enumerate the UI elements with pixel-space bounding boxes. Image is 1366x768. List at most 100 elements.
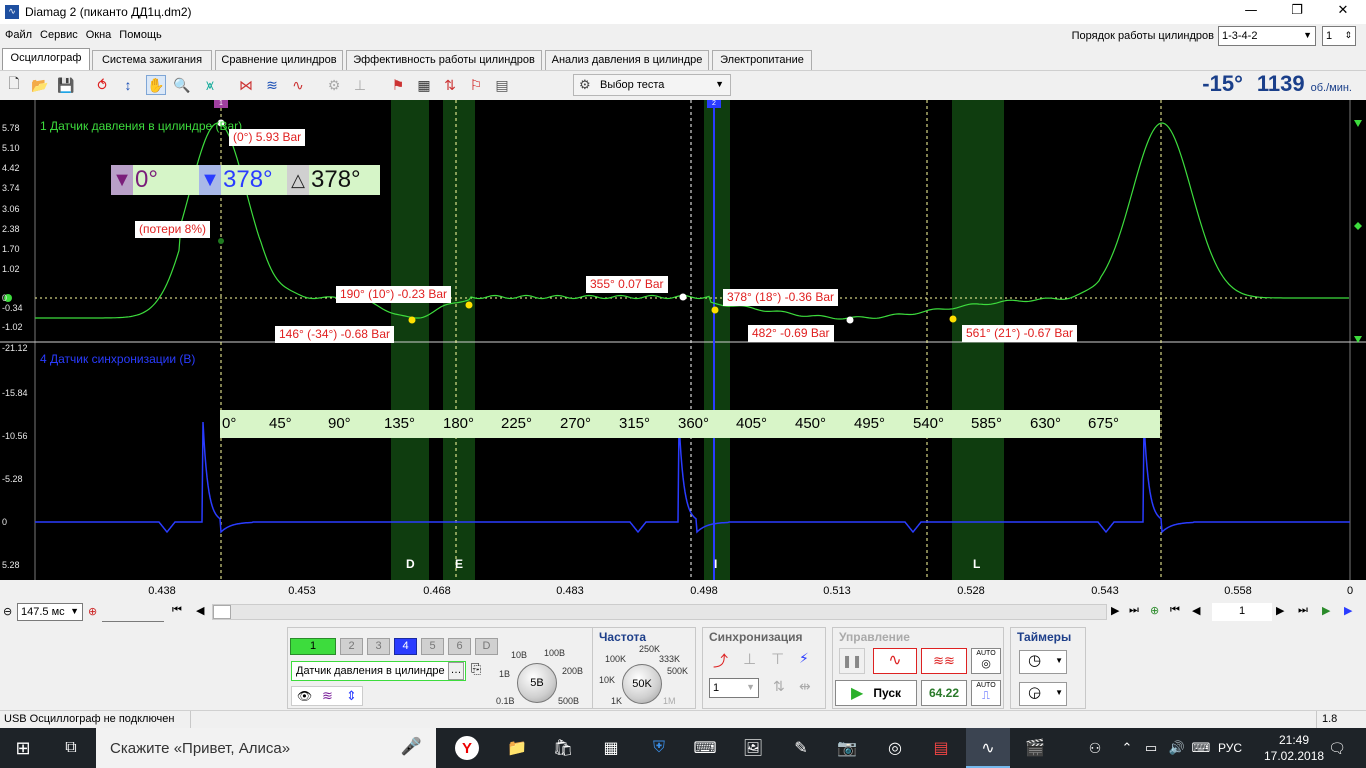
trigger-down-icon[interactable]: ⊤: [771, 650, 784, 668]
eye-icon[interactable]: 👁: [297, 689, 312, 703]
oscilloscope-display[interactable]: 1 2 1 Датчик давления в цилиндре (Bar) 4…: [0, 100, 1366, 602]
cylinder-select[interactable]: 1 ⇕: [1322, 26, 1356, 46]
marker-filter-icon[interactable]: ⚑: [388, 75, 408, 95]
microphone-icon[interactable]: 🎤: [401, 737, 422, 757]
network-icon[interactable]: ▭: [1138, 736, 1164, 760]
sensor-field[interactable]: Датчик давления в цилиндре: [291, 661, 466, 681]
auto-trigger-button[interactable]: AUTO ⎍: [971, 680, 1001, 706]
offset-icon[interactable]: ⇕: [346, 688, 357, 704]
clock-time[interactable]: 21:49: [1264, 733, 1324, 747]
cylinder-order-select[interactable]: 1-3-4-2 ▼: [1218, 26, 1316, 46]
waves-icon[interactable]: ≋: [262, 75, 282, 95]
clock-date[interactable]: 17.02.2018: [1264, 749, 1324, 763]
defender-icon[interactable]: ⛨: [646, 736, 672, 760]
falling-edge-icon[interactable]: ⊥: [743, 650, 756, 668]
next-page-icon[interactable]: ▶: [1111, 604, 1119, 617]
keyboard-layout-icon[interactable]: ⌨: [1188, 736, 1214, 760]
close-button[interactable]: ✕: [1320, 0, 1366, 24]
pdf-icon[interactable]: ▤: [928, 736, 954, 760]
frequency-knob[interactable]: 50K: [622, 664, 662, 704]
channel-3-button[interactable]: 3: [367, 638, 390, 655]
invert-icon[interactable]: ≋: [322, 688, 333, 704]
auto-scale-button[interactable]: AUTO ◎: [971, 648, 1001, 674]
split-icon[interactable]: ⇅: [440, 75, 460, 95]
prev-page-icon[interactable]: ◀: [196, 604, 204, 617]
timer1-button[interactable]: ◷ ▼: [1019, 650, 1067, 674]
trigger-auto-icon[interactable]: ⚡: [799, 650, 809, 667]
test-select[interactable]: ⚙ Выбор теста ▼: [573, 74, 731, 96]
notifications-icon[interactable]: 🗨: [1324, 736, 1350, 760]
multi-wave-button[interactable]: ≋≋: [921, 648, 967, 674]
play-forward-icon[interactable]: ▶: [1344, 604, 1352, 617]
keyboard-icon[interactable]: ⌨: [692, 736, 718, 760]
sync-shift-icon[interactable]: ⇅: [773, 678, 785, 695]
prev-frame-icon[interactable]: ◀: [1192, 604, 1200, 617]
channel-layers-icon[interactable]: ⩙: [200, 75, 220, 95]
volume-icon[interactable]: 🔊: [1164, 736, 1190, 760]
task-view-icon[interactable]: ⧉: [58, 736, 84, 760]
search-box[interactable]: Скажите «Привет, Алиса» 🎤: [96, 728, 436, 768]
volt-knob[interactable]: 5В: [517, 663, 557, 703]
last-frame-icon[interactable]: ⏭: [1298, 604, 1308, 617]
camera-icon[interactable]: 📷: [834, 736, 860, 760]
language-indicator[interactable]: РУС: [1218, 741, 1242, 755]
tab-cylinder-efficiency[interactable]: Эффективность работы цилиндров: [346, 50, 542, 70]
menu-help[interactable]: Помощь: [114, 25, 165, 41]
scroll-thumb[interactable]: [213, 605, 231, 619]
frame-number[interactable]: 1: [1212, 603, 1272, 621]
play-icon[interactable]: ▶: [1322, 604, 1330, 617]
first-frame-icon[interactable]: ⏮: [1170, 604, 1180, 617]
zoom-icon[interactable]: 🔍: [172, 75, 192, 95]
rising-edge-icon[interactable]: ⤴: [713, 650, 728, 671]
channel-d-button[interactable]: D: [475, 638, 498, 655]
tab-pressure-analysis[interactable]: Анализ давления в цилиндре: [545, 50, 709, 70]
first-page-icon[interactable]: ⏮: [172, 604, 182, 617]
channel-1-button[interactable]: 1: [290, 638, 336, 655]
last-page-icon[interactable]: ⏭: [1129, 604, 1139, 617]
document-icon[interactable]: ▤: [492, 75, 512, 95]
reset-icon[interactable]: ⊥: [350, 75, 370, 95]
sync-channel-select[interactable]: 1 ▼: [709, 678, 759, 698]
scanner-icon[interactable]: ✎: [788, 736, 814, 760]
flag-icon[interactable]: ⚐: [466, 75, 486, 95]
pattern-icon[interactable]: ⋈: [236, 75, 256, 95]
people-icon[interactable]: ⚇: [1082, 736, 1108, 760]
image-viewer-icon[interactable]: 🖼: [740, 736, 766, 760]
minimize-button[interactable]: —: [1228, 0, 1274, 24]
channel-2-button[interactable]: 2: [340, 638, 363, 655]
overlay-waves-icon[interactable]: ∿: [288, 75, 308, 95]
windows-start-icon[interactable]: ⊞: [10, 736, 36, 760]
next-frame-icon[interactable]: ▶: [1276, 604, 1284, 617]
add-page-icon[interactable]: ⊕: [1150, 604, 1159, 617]
tab-ignition[interactable]: Система зажигания: [92, 50, 212, 70]
channel-5-button[interactable]: 5: [421, 638, 444, 655]
tab-oscilloscope[interactable]: Осциллограф: [2, 48, 90, 70]
single-wave-button[interactable]: ∿: [873, 648, 917, 674]
channel-6-button[interactable]: 6: [448, 638, 471, 655]
tab-power[interactable]: Электропитание: [712, 50, 812, 70]
media-icon[interactable]: ◎: [882, 736, 908, 760]
calculator-icon[interactable]: ▦: [598, 736, 624, 760]
sync-center-icon[interactable]: ⇹: [799, 678, 811, 695]
auto-scale-icon[interactable]: ⚙: [324, 75, 344, 95]
new-file-icon[interactable]: 🗋: [4, 75, 24, 95]
vertical-scale-icon[interactable]: ↕: [118, 75, 138, 95]
grid-icon[interactable]: ▦: [414, 75, 434, 95]
sensor-browse-button[interactable]: …: [448, 662, 464, 680]
marker-2[interactable]: 2: [707, 100, 721, 108]
store-icon[interactable]: 🛍: [550, 736, 576, 760]
pause-button[interactable]: ❚❚: [839, 648, 865, 674]
start-button[interactable]: ▶ Пуск: [835, 680, 917, 706]
menu-file[interactable]: Файл: [0, 25, 35, 41]
diamag-task[interactable]: ∿: [966, 728, 1010, 768]
open-folder-icon[interactable]: 📂: [30, 75, 50, 95]
yandex-icon[interactable]: Y: [455, 736, 479, 760]
tab-cylinder-compare[interactable]: Сравнение цилиндров: [215, 50, 343, 70]
tray-expand-icon[interactable]: ⌃: [1114, 736, 1140, 760]
channel-4-button[interactable]: 4: [394, 638, 417, 655]
loop-icon[interactable]: ⥀: [92, 75, 112, 95]
hand-pan-icon[interactable]: ✋: [146, 75, 166, 95]
video-editor-icon[interactable]: 🎬: [1022, 736, 1048, 760]
menu-windows[interactable]: Окна: [81, 25, 115, 41]
explorer-icon[interactable]: 📁: [504, 736, 530, 760]
